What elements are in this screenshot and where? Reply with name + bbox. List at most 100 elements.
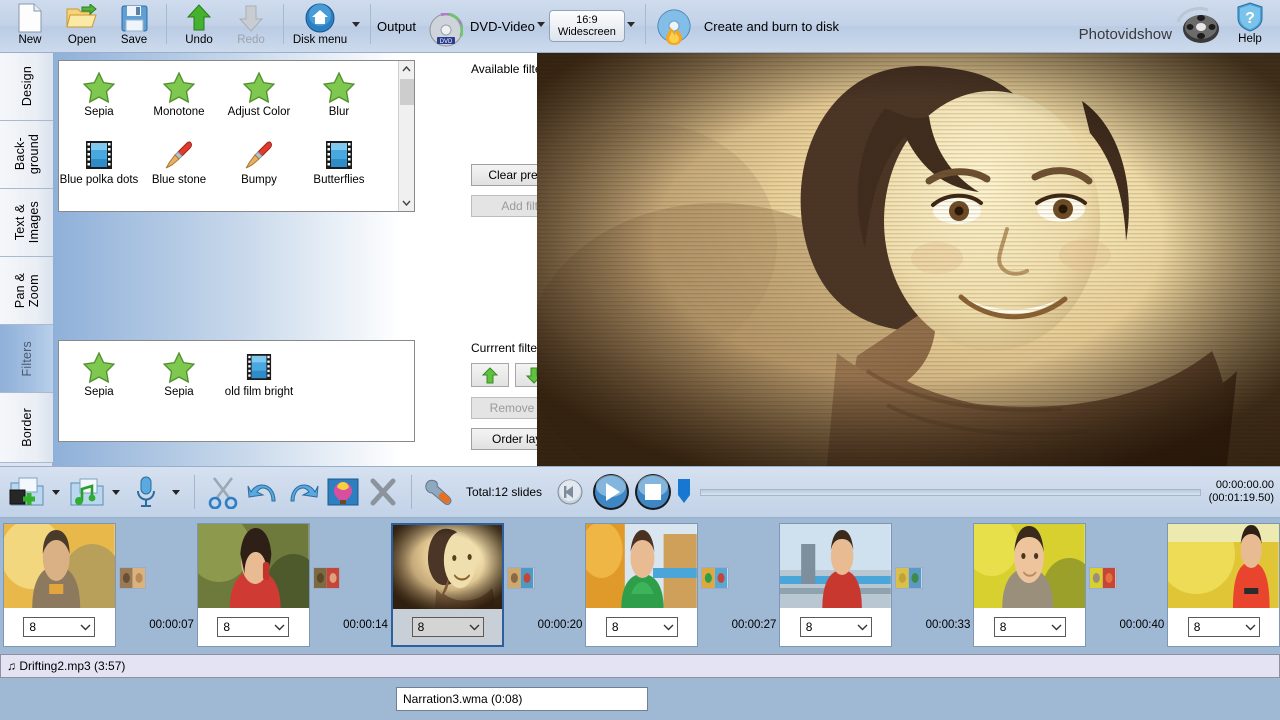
move-filter-up-button[interactable] bbox=[471, 363, 509, 387]
add-music-button[interactable] bbox=[66, 472, 106, 512]
help-button-label: Help bbox=[1238, 33, 1262, 45]
add-photos-button[interactable] bbox=[6, 472, 46, 512]
new-button[interactable]: New bbox=[4, 0, 56, 51]
help-button[interactable]: ? Help bbox=[1224, 2, 1276, 45]
timeline-slide[interactable]: 8 bbox=[1167, 523, 1280, 647]
add-music-dropdown-icon[interactable] bbox=[112, 490, 120, 495]
transition-thumbnail[interactable] bbox=[507, 567, 534, 589]
open-folder-icon bbox=[66, 3, 98, 33]
filter-item[interactable]: Blue polka dots bbox=[59, 133, 139, 201]
disk-menu-button[interactable]: Disk menu bbox=[290, 0, 350, 51]
timeline-slide[interactable]: 8 bbox=[3, 523, 116, 647]
filter-item[interactable]: Adjust Color bbox=[219, 65, 299, 133]
sidebar-item-background[interactable]: Back- ground bbox=[0, 121, 53, 189]
toolbar-divider-3 bbox=[370, 4, 371, 44]
filter-item[interactable]: Bumpy bbox=[219, 133, 299, 201]
star-icon bbox=[323, 69, 355, 105]
slide-duration-select[interactable]: 8 bbox=[1188, 617, 1260, 637]
filter-name: Blur bbox=[329, 106, 349, 119]
sidebar-item-pan-zoom[interactable]: Pan & Zoom bbox=[0, 257, 53, 325]
total-slides-label: Total:12 slides bbox=[466, 485, 542, 499]
aspect-ratio-selector[interactable]: 16:9 Widescreen bbox=[549, 10, 625, 42]
slide-timeline[interactable]: 8 00:00:07 bbox=[0, 518, 1280, 654]
transition-thumbnail[interactable] bbox=[1089, 567, 1116, 589]
play-button[interactable] bbox=[590, 471, 632, 513]
available-filters-scrollbar[interactable] bbox=[398, 61, 414, 211]
slide-duration-select[interactable]: 8 bbox=[412, 617, 484, 637]
preview-pane[interactable] bbox=[537, 53, 1280, 466]
timeline-slide[interactable]: 8 bbox=[779, 523, 892, 647]
timeline-slide[interactable]: 8 bbox=[973, 523, 1086, 647]
timeline-slide-selected[interactable]: 8 bbox=[391, 523, 504, 647]
filter-name: Bumpy bbox=[241, 174, 277, 187]
undo-button[interactable]: Undo bbox=[173, 0, 225, 51]
edit-image-button[interactable] bbox=[323, 472, 363, 512]
tab-label-design: Design bbox=[20, 66, 34, 106]
transition-thumbnail[interactable] bbox=[313, 567, 340, 589]
filmstrip-icon bbox=[85, 137, 113, 173]
add-photos-dropdown-icon[interactable] bbox=[52, 490, 60, 495]
timeline-slide[interactable]: 8 bbox=[585, 523, 698, 647]
filter-name: Blue polka dots bbox=[60, 174, 139, 187]
open-button[interactable]: Open bbox=[56, 0, 108, 51]
music-track[interactable]: ♫ Drifting2.mp3 (3:57) bbox=[0, 654, 1280, 678]
scroll-down-icon[interactable] bbox=[399, 195, 414, 211]
burn-disk-icon[interactable] bbox=[652, 5, 696, 49]
sidebar-item-border[interactable]: Border bbox=[0, 393, 53, 463]
slide-duration-select[interactable]: 8 bbox=[800, 617, 872, 637]
seek-bar[interactable] bbox=[700, 489, 1201, 496]
record-narration-dropdown-icon[interactable] bbox=[172, 490, 180, 495]
slide-duration-select[interactable]: 8 bbox=[217, 617, 289, 637]
scrollbar-thumb[interactable] bbox=[400, 79, 414, 105]
sidebar-item-filters[interactable]: Filters bbox=[0, 325, 53, 393]
transition-thumbnail[interactable] bbox=[119, 567, 146, 589]
current-filter-item[interactable]: old film bright bbox=[219, 345, 299, 413]
chevron-down-icon bbox=[663, 624, 674, 631]
slide-footer: 8 bbox=[4, 608, 115, 646]
timeline-slide[interactable]: 8 bbox=[197, 523, 310, 647]
save-button[interactable]: Save bbox=[108, 0, 160, 51]
tab-label-border: Border bbox=[20, 408, 34, 447]
sidebar-item-text-images[interactable]: Text & Images bbox=[0, 189, 53, 257]
transition-thumbnail[interactable] bbox=[701, 567, 728, 589]
transition-thumbnail[interactable] bbox=[895, 567, 922, 589]
aspect-ratio-dropdown-icon[interactable] bbox=[627, 22, 635, 27]
slide-duration-select[interactable]: 8 bbox=[994, 617, 1066, 637]
slide-thumbnail bbox=[1168, 524, 1279, 608]
timeline-undo-button[interactable] bbox=[243, 472, 283, 512]
rewind-button[interactable] bbox=[550, 472, 590, 512]
playhead-marker[interactable] bbox=[676, 478, 692, 507]
stop-button[interactable] bbox=[632, 471, 674, 513]
disk-menu-dropdown-icon[interactable] bbox=[352, 22, 360, 27]
current-filters-grid: Sepia Sepia old film bright bbox=[59, 341, 414, 413]
timeline-redo-button[interactable] bbox=[283, 472, 323, 512]
delete-slide-button[interactable] bbox=[363, 472, 403, 512]
filter-item[interactable]: Sepia bbox=[59, 65, 139, 133]
output-format-value[interactable]: DVD-Video bbox=[470, 19, 535, 34]
output-label: Output bbox=[377, 19, 416, 34]
slide-duration-select[interactable]: 8 bbox=[606, 617, 678, 637]
transport-divider bbox=[194, 475, 195, 509]
current-filter-item[interactable]: Sepia bbox=[139, 345, 219, 413]
narration-track[interactable]: Narration3.wma (0:08) bbox=[396, 687, 648, 711]
burn-label[interactable]: Create and burn to disk bbox=[704, 19, 839, 34]
cut-button[interactable] bbox=[203, 472, 243, 512]
filter-item[interactable]: Monotone bbox=[139, 65, 219, 133]
output-format-dropdown-icon[interactable] bbox=[537, 22, 545, 27]
chevron-down-icon bbox=[1245, 624, 1256, 631]
toolbar-divider-4 bbox=[645, 4, 646, 44]
record-narration-button[interactable] bbox=[126, 472, 166, 512]
current-filter-name: Sepia bbox=[164, 386, 193, 399]
filter-item[interactable]: Blue stone bbox=[139, 133, 219, 201]
redo-button[interactable]: Redo bbox=[225, 0, 277, 51]
sidebar-item-design[interactable]: Design bbox=[0, 53, 53, 121]
current-filter-item[interactable]: Sepia bbox=[59, 345, 139, 413]
filter-item[interactable]: Blur bbox=[299, 65, 379, 133]
filter-item[interactable]: Butterflies bbox=[299, 133, 379, 201]
scroll-up-icon[interactable] bbox=[399, 61, 414, 77]
preview-image bbox=[537, 53, 1280, 466]
narration-track-row[interactable]: Narration3.wma (0:08) bbox=[0, 678, 1280, 720]
slide-duration-select[interactable]: 8 bbox=[23, 617, 95, 637]
tab-label-background: Back- ground bbox=[13, 134, 41, 174]
settings-button[interactable] bbox=[420, 472, 460, 512]
